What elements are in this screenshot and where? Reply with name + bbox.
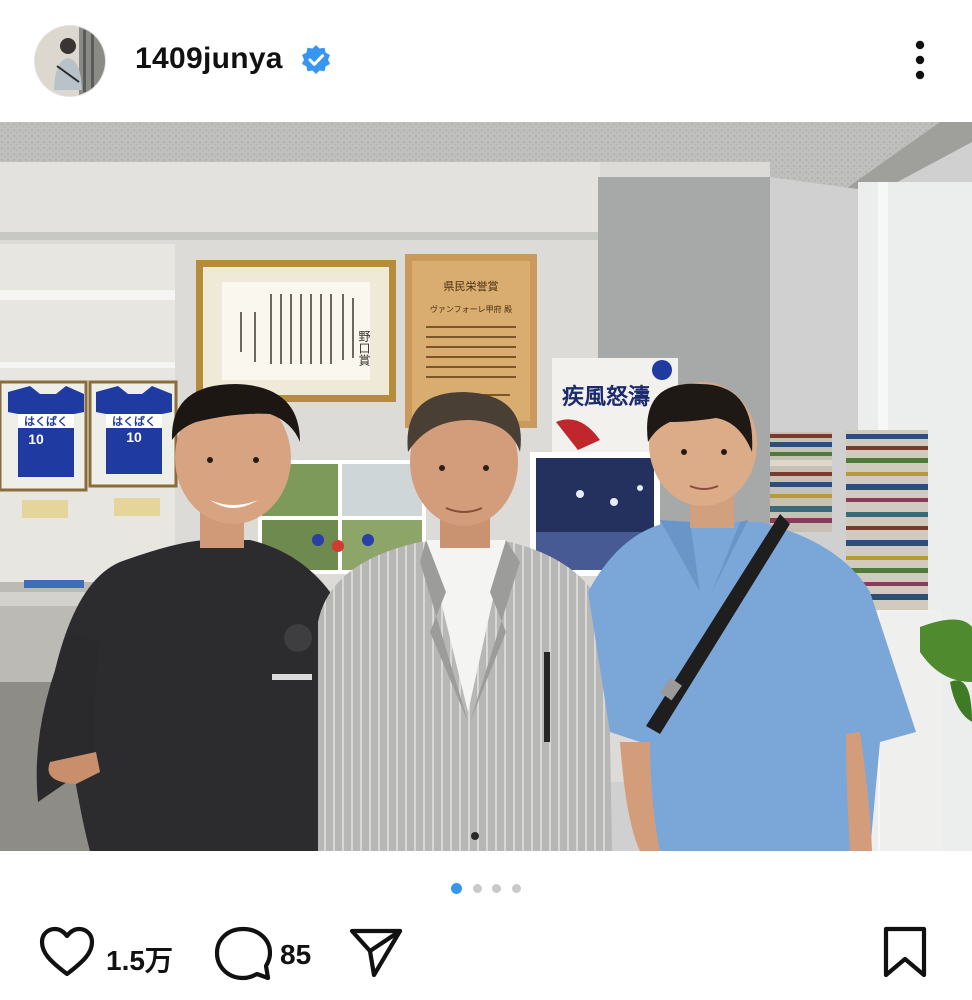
jersey-sponsor-left: はくばく: [24, 414, 68, 428]
share-button[interactable]: [348, 925, 404, 984]
comment-count[interactable]: 85: [280, 939, 311, 971]
plaque-subtitle: ヴァンフォーレ甲府 殿: [430, 304, 512, 314]
more-options-button[interactable]: [900, 38, 940, 84]
comment-button[interactable]: [214, 925, 273, 988]
carousel-dot-3[interactable]: [492, 884, 502, 893]
plaque-title: 県民栄誉賞: [444, 279, 499, 293]
jersey-sponsor-right: はくばく: [112, 414, 156, 428]
heart-icon: [39, 926, 95, 977]
carousel-dot-4[interactable]: [511, 884, 521, 893]
poster-title: 疾風怒濤: [562, 384, 650, 410]
post-photo[interactable]: はくばく はくばく 10 10 野口賞 県民栄誉賞 ヴァンフォーレ甲府 殿 疾風…: [0, 122, 972, 851]
action-bar: 1.5万 85: [0, 915, 972, 1000]
like-count[interactable]: 1.5万: [106, 939, 173, 979]
group-photo: はくばく はくばく 10 10 野口賞 県民栄誉賞 ヴァンフォーレ甲府 殿 疾風…: [0, 122, 972, 851]
carousel-indicator: [0, 880, 972, 894]
bookmark-icon: [883, 926, 927, 978]
carousel-dot-1[interactable]: [451, 883, 463, 894]
avatar-picture: [35, 26, 105, 96]
verified-badge-icon: [300, 44, 332, 76]
paper-plane-icon: [349, 928, 403, 978]
certificate-title: 野口賞: [357, 330, 371, 367]
comment-bubble-icon: [214, 926, 273, 981]
jersey-number-right: 10: [126, 429, 142, 445]
jersey-number-left: 10: [28, 431, 44, 447]
profile-avatar[interactable]: [35, 26, 105, 96]
carousel-dot-2[interactable]: [472, 884, 482, 893]
post-header: 1409junya: [0, 0, 972, 122]
save-button[interactable]: [880, 925, 930, 986]
username[interactable]: 1409junya: [135, 42, 283, 76]
like-button[interactable]: [38, 925, 96, 984]
more-vertical-icon: [915, 40, 925, 80]
